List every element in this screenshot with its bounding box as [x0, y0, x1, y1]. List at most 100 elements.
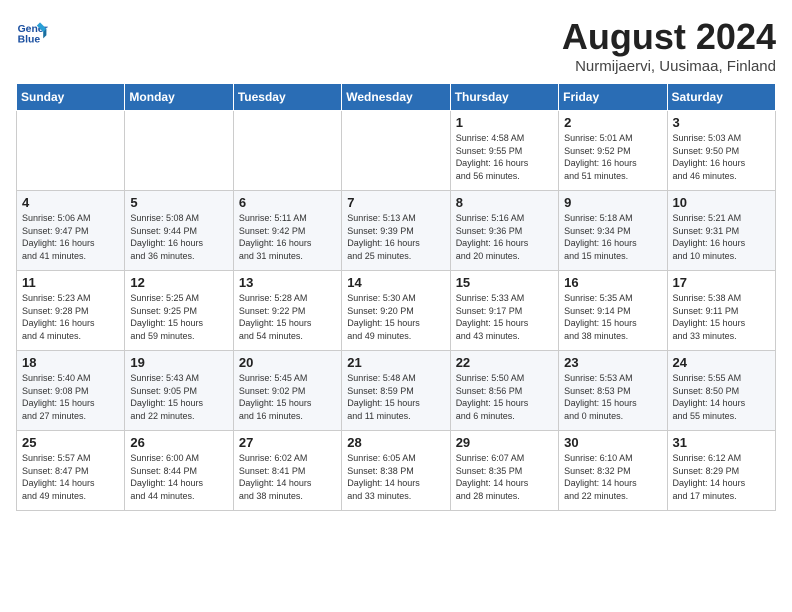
day-info: Sunrise: 5:06 AM Sunset: 9:47 PM Dayligh… — [22, 212, 119, 262]
title-block: August 2024 Nurmijaervi, Uusimaa, Finlan… — [562, 16, 776, 75]
day-number: 28 — [347, 435, 444, 450]
day-info: Sunrise: 5:08 AM Sunset: 9:44 PM Dayligh… — [130, 212, 227, 262]
day-number: 29 — [456, 435, 553, 450]
day-info: Sunrise: 6:05 AM Sunset: 8:38 PM Dayligh… — [347, 452, 444, 502]
day-number: 25 — [22, 435, 119, 450]
day-number: 3 — [673, 115, 770, 130]
calendar-cell: 14Sunrise: 5:30 AM Sunset: 9:20 PM Dayli… — [342, 271, 450, 351]
day-info: Sunrise: 5:18 AM Sunset: 9:34 PM Dayligh… — [564, 212, 661, 262]
calendar-cell: 5Sunrise: 5:08 AM Sunset: 9:44 PM Daylig… — [125, 191, 233, 271]
day-number: 6 — [239, 195, 336, 210]
calendar-cell: 31 Sunrise: 6:12 AM Sunset: 8:29 PM Dayli… — [667, 431, 775, 511]
calendar-cell: 23 Sunrise: 5:53 AM Sunset: 8:53 PM Dayli… — [559, 351, 667, 431]
location-subtitle: Nurmijaervi, Uusimaa, Finland — [562, 58, 776, 75]
calendar-cell: 24Sunrise: 5:55 AM Sunset: 8:50 PM Dayli… — [667, 351, 775, 431]
day-number: 22 — [456, 355, 553, 370]
day-info: Sunrise: 5:21 AM Sunset: 9:31 PM Dayligh… — [673, 212, 770, 262]
calendar-cell: 6 Sunrise: 5:11 AM Sunset: 9:42 PM Daylig… — [233, 191, 341, 271]
calendar-cell: 15Sunrise: 5:33 AM Sunset: 9:17 PM Dayli… — [450, 271, 558, 351]
calendar-cell — [125, 111, 233, 191]
day-number: 2 — [564, 115, 661, 130]
calendar-cell — [17, 111, 125, 191]
day-info: Sunrise: 4:58 AM Sunset: 9:55 PM Dayligh… — [456, 132, 553, 182]
calendar-cell: 16 Sunrise: 5:35 AM Sunset: 9:14 PM Dayli… — [559, 271, 667, 351]
calendar-cell: 11 Sunrise: 5:23 AM Sunset: 9:28 PM Dayli… — [17, 271, 125, 351]
calendar-table: SundayMondayTuesdayWednesdayThursdayFrid… — [16, 83, 776, 511]
day-info: Sunrise: 5:53 AM Sunset: 8:53 PM Dayligh… — [564, 372, 661, 422]
weekday-header: Saturday — [667, 84, 775, 111]
day-info: Sunrise: 5:57 AM Sunset: 8:47 PM Dayligh… — [22, 452, 119, 502]
calendar-cell: 25 Sunrise: 5:57 AM Sunset: 8:47 PM Dayli… — [17, 431, 125, 511]
day-info: Sunrise: 5:23 AM Sunset: 9:28 PM Dayligh… — [22, 292, 119, 342]
calendar-cell: 27 Sunrise: 6:02 AM Sunset: 8:41 PM Dayli… — [233, 431, 341, 511]
day-number: 14 — [347, 275, 444, 290]
weekday-header: Tuesday — [233, 84, 341, 111]
weekday-header: Monday — [125, 84, 233, 111]
weekday-header: Sunday — [17, 84, 125, 111]
day-info: Sunrise: 5:25 AM Sunset: 9:25 PM Dayligh… — [130, 292, 227, 342]
day-info: Sunrise: 5:38 AM Sunset: 9:11 PM Dayligh… — [673, 292, 770, 342]
day-number: 18 — [22, 355, 119, 370]
day-info: Sunrise: 5:01 AM Sunset: 9:52 PM Dayligh… — [564, 132, 661, 182]
calendar-cell: 17 Sunrise: 5:38 AM Sunset: 9:11 PM Dayli… — [667, 271, 775, 351]
page-header: General Blue August 2024 Nurmijaervi, Uu… — [16, 16, 776, 75]
day-info: Sunrise: 5:35 AM Sunset: 9:14 PM Dayligh… — [564, 292, 661, 342]
day-number: 26 — [130, 435, 227, 450]
day-info: Sunrise: 5:45 AM Sunset: 9:02 PM Dayligh… — [239, 372, 336, 422]
calendar-week-row: 18Sunrise: 5:40 AM Sunset: 9:08 PM Dayli… — [17, 351, 776, 431]
logo: General Blue — [16, 16, 52, 48]
day-info: Sunrise: 5:43 AM Sunset: 9:05 PM Dayligh… — [130, 372, 227, 422]
calendar-cell: 1 Sunrise: 4:58 AM Sunset: 9:55 PM Daylig… — [450, 111, 558, 191]
calendar-cell: 26 Sunrise: 6:00 AM Sunset: 8:44 PM Dayli… — [125, 431, 233, 511]
calendar-cell: 20 Sunrise: 5:45 AM Sunset: 9:02 PM Dayli… — [233, 351, 341, 431]
day-info: Sunrise: 5:13 AM Sunset: 9:39 PM Dayligh… — [347, 212, 444, 262]
day-number: 31 — [673, 435, 770, 450]
day-info: Sunrise: 6:02 AM Sunset: 8:41 PM Dayligh… — [239, 452, 336, 502]
day-info: Sunrise: 5:16 AM Sunset: 9:36 PM Dayligh… — [456, 212, 553, 262]
calendar-cell: 7 Sunrise: 5:13 AM Sunset: 9:39 PM Daylig… — [342, 191, 450, 271]
day-info: Sunrise: 5:48 AM Sunset: 8:59 PM Dayligh… — [347, 372, 444, 422]
calendar-cell: 4 Sunrise: 5:06 AM Sunset: 9:47 PM Daylig… — [17, 191, 125, 271]
calendar-cell: 18Sunrise: 5:40 AM Sunset: 9:08 PM Dayli… — [17, 351, 125, 431]
calendar-cell: 13 Sunrise: 5:28 AM Sunset: 9:22 PM Dayli… — [233, 271, 341, 351]
calendar-cell: 30 Sunrise: 6:10 AM Sunset: 8:32 PM Dayli… — [559, 431, 667, 511]
calendar-week-row: 4 Sunrise: 5:06 AM Sunset: 9:47 PM Daylig… — [17, 191, 776, 271]
day-number: 10 — [673, 195, 770, 210]
day-info: Sunrise: 6:12 AM Sunset: 8:29 PM Dayligh… — [673, 452, 770, 502]
day-info: Sunrise: 5:33 AM Sunset: 9:17 PM Dayligh… — [456, 292, 553, 342]
day-number: 7 — [347, 195, 444, 210]
calendar-cell: 3Sunrise: 5:03 AM Sunset: 9:50 PM Daylig… — [667, 111, 775, 191]
day-number: 13 — [239, 275, 336, 290]
calendar-cell: 29Sunrise: 6:07 AM Sunset: 8:35 PM Dayli… — [450, 431, 558, 511]
calendar-week-row: 25 Sunrise: 5:57 AM Sunset: 8:47 PM Dayli… — [17, 431, 776, 511]
day-number: 4 — [22, 195, 119, 210]
day-number: 8 — [456, 195, 553, 210]
day-number: 20 — [239, 355, 336, 370]
calendar-cell: 21 Sunrise: 5:48 AM Sunset: 8:59 PM Dayli… — [342, 351, 450, 431]
day-info: Sunrise: 5:28 AM Sunset: 9:22 PM Dayligh… — [239, 292, 336, 342]
day-info: Sunrise: 6:00 AM Sunset: 8:44 PM Dayligh… — [130, 452, 227, 502]
weekday-header-row: SundayMondayTuesdayWednesdayThursdayFrid… — [17, 84, 776, 111]
day-info: Sunrise: 5:50 AM Sunset: 8:56 PM Dayligh… — [456, 372, 553, 422]
calendar-week-row: 1 Sunrise: 4:58 AM Sunset: 9:55 PM Daylig… — [17, 111, 776, 191]
calendar-cell — [233, 111, 341, 191]
day-number: 17 — [673, 275, 770, 290]
day-number: 11 — [22, 275, 119, 290]
logo-icon: General Blue — [16, 16, 48, 48]
day-number: 19 — [130, 355, 227, 370]
day-number: 9 — [564, 195, 661, 210]
day-info: Sunrise: 5:11 AM Sunset: 9:42 PM Dayligh… — [239, 212, 336, 262]
calendar-cell: 9 Sunrise: 5:18 AM Sunset: 9:34 PM Daylig… — [559, 191, 667, 271]
day-number: 12 — [130, 275, 227, 290]
weekday-header: Wednesday — [342, 84, 450, 111]
calendar-cell: 12 Sunrise: 5:25 AM Sunset: 9:25 PM Dayli… — [125, 271, 233, 351]
day-number: 21 — [347, 355, 444, 370]
day-number: 1 — [456, 115, 553, 130]
calendar-cell: 2 Sunrise: 5:01 AM Sunset: 9:52 PM Daylig… — [559, 111, 667, 191]
day-number: 16 — [564, 275, 661, 290]
day-number: 30 — [564, 435, 661, 450]
svg-text:Blue: Blue — [18, 34, 41, 45]
day-info: Sunrise: 6:10 AM Sunset: 8:32 PM Dayligh… — [564, 452, 661, 502]
day-number: 23 — [564, 355, 661, 370]
day-number: 27 — [239, 435, 336, 450]
